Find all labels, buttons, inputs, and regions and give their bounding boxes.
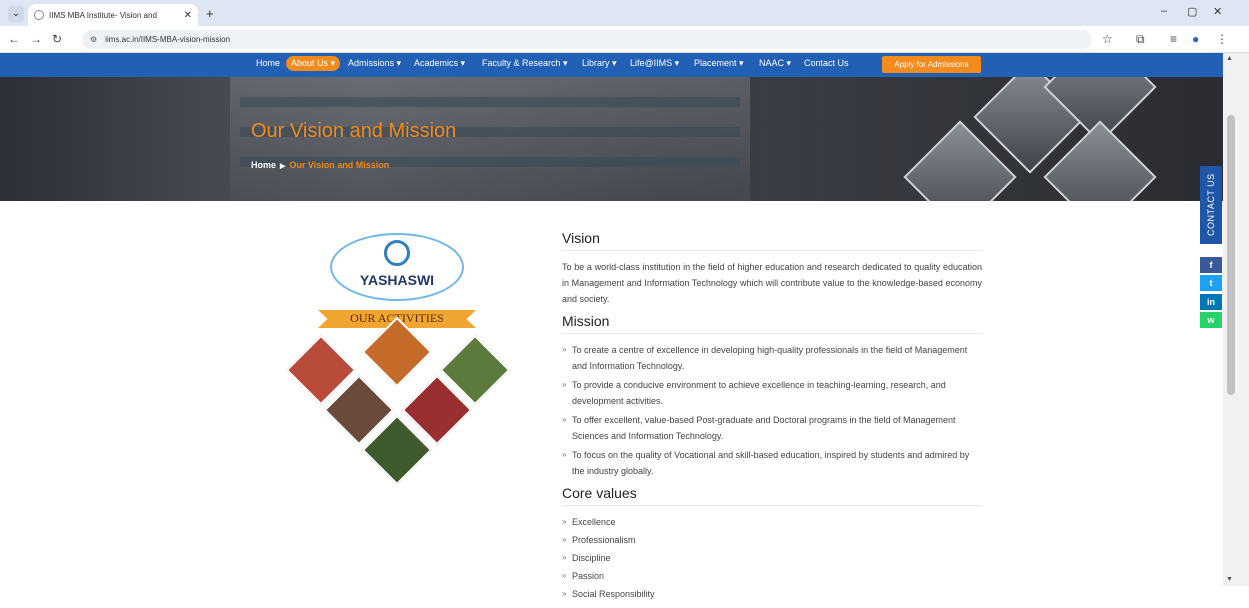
menu-kebab-icon[interactable]: ⋮ (1216, 32, 1228, 46)
linkedin-icon[interactable]: in (1200, 294, 1222, 310)
nav-about-us[interactable]: About Us ▾ (286, 56, 341, 71)
nav-admissions[interactable]: Admissions ▾ (348, 58, 401, 69)
reading-list-icon[interactable]: ≡ (1170, 32, 1177, 46)
list-item: To offer excellent, value-based Post-gra… (562, 412, 982, 444)
url-text: iims.ac.in/IIMS-MBA-vision-mission (105, 35, 231, 44)
vision-heading: Vision (562, 230, 982, 251)
scroll-down-icon[interactable]: ▼ (1226, 576, 1233, 583)
contact-us-tab[interactable]: CONTACT US (1200, 166, 1222, 244)
core-values-list: Excellence Professionalism Discipline Pa… (562, 514, 982, 602)
browser-tab-bar: ⌄ IIMS MBA Institute- Vision and ✕ + – ▢… (0, 0, 1249, 26)
banner-window-stripe (240, 97, 740, 107)
list-item: To create a centre of excellence in deve… (562, 342, 982, 374)
nav-life-iims[interactable]: Life@IIMS ▾ (630, 58, 679, 69)
site-info-icon[interactable]: ⚙ (90, 35, 97, 44)
breadcrumb-current: Our Vision and Mission (289, 160, 390, 170)
nav-faculty-research[interactable]: Faculty & Research ▾ (482, 58, 568, 69)
apply-admissions-button[interactable]: Apply for Admissions (882, 56, 981, 73)
bookmark-star-icon[interactable]: ☆ (1102, 32, 1113, 46)
mission-list: To create a centre of excellence in deve… (562, 342, 982, 479)
nav-library[interactable]: Library ▾ (582, 58, 617, 69)
close-tab-icon[interactable]: ✕ (184, 10, 192, 21)
list-item: Passion (562, 568, 982, 584)
page-scrollbar[interactable]: ▲ ▼ (1223, 53, 1249, 586)
page-title: Our Vision and Mission (251, 120, 457, 142)
nav-naac[interactable]: NAAC ▾ (759, 58, 791, 69)
browser-tab[interactable]: IIMS MBA Institute- Vision and ✕ (28, 4, 198, 26)
nav-home[interactable]: Home (256, 58, 280, 68)
minimize-icon[interactable]: – (1161, 5, 1167, 17)
breadcrumb: Home ▶ Our Vision and Mission (251, 160, 389, 170)
page-banner: Our Vision and Mission Home ▶ Our Vision a… (0, 77, 1223, 201)
nav-academics[interactable]: Academics ▾ (414, 58, 465, 69)
list-item: Excellence (562, 514, 982, 530)
core-values-heading: Core values (562, 485, 982, 506)
nav-placement[interactable]: Placement ▾ (694, 58, 744, 69)
list-item: Professionalism (562, 532, 982, 548)
restore-icon[interactable]: ▢ (1187, 5, 1197, 18)
yashaswi-logo-icon (384, 240, 410, 266)
site-favicon-icon (34, 10, 44, 20)
profile-avatar-icon[interactable]: ● (1192, 32, 1199, 46)
list-item: Social Responsibility (562, 586, 982, 602)
site-navbar: Home About Us ▾ Admissions ▾ Academics ▾… (0, 53, 1223, 77)
vision-text: To be a world-class institution in the f… (562, 262, 982, 304)
tab-search-icon[interactable]: ⌄ (8, 6, 24, 22)
mission-heading: Mission (562, 313, 982, 334)
list-item: To focus on the quality of Vocational an… (562, 447, 982, 479)
reload-icon[interactable]: ↻ (52, 32, 62, 46)
scroll-thumb[interactable] (1227, 115, 1235, 395)
yashaswi-logo-text: YASHASWI (359, 272, 435, 288)
breadcrumb-home[interactable]: Home (251, 160, 276, 170)
extensions-icon[interactable]: ⧉ (1136, 32, 1145, 47)
scroll-up-icon[interactable]: ▲ (1226, 55, 1233, 62)
close-window-icon[interactable]: ✕ (1213, 5, 1222, 18)
list-item: To provide a conducive environment to ac… (562, 377, 982, 409)
facebook-icon[interactable]: f (1200, 257, 1222, 273)
nav-contact-us[interactable]: Contact Us (804, 58, 849, 68)
address-bar-row: ← → ↻ ⚙ iims.ac.in/IIMS-MBA-vision-missi… (0, 26, 1249, 53)
tab-title: IIMS MBA Institute- Vision and (49, 10, 157, 20)
url-input[interactable]: ⚙ iims.ac.in/IIMS-MBA-vision-mission (82, 30, 1092, 49)
list-item: Discipline (562, 550, 982, 566)
forward-icon[interactable]: → (30, 32, 42, 46)
breadcrumb-arrow-icon: ▶ (280, 163, 286, 170)
new-tab-button[interactable]: + (206, 6, 214, 21)
whatsapp-icon[interactable]: w (1200, 312, 1222, 328)
main-content: Vision To be a world-class institution i… (562, 230, 982, 608)
back-icon[interactable]: ← (8, 32, 20, 46)
twitter-icon[interactable]: t (1200, 275, 1222, 291)
